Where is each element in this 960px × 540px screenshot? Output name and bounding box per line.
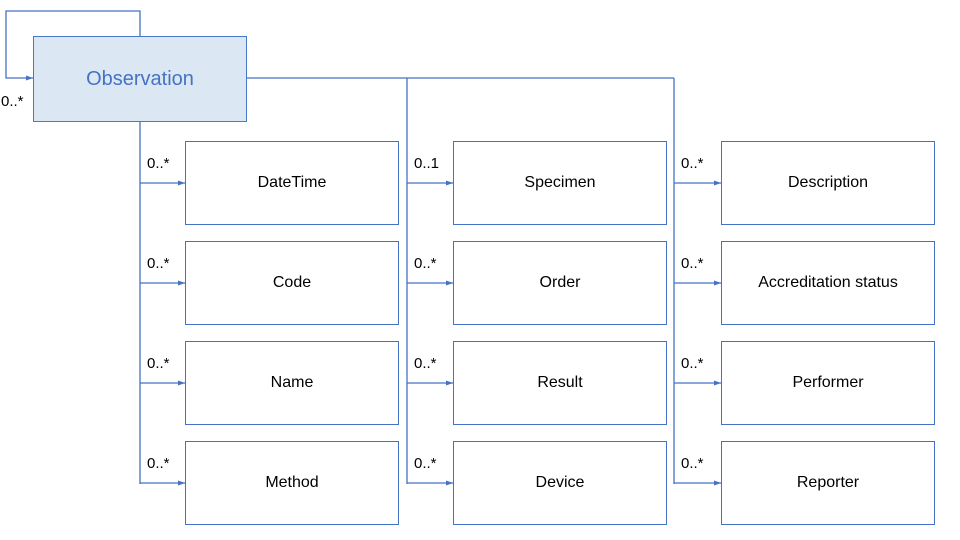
multiplicity-label: 0..*: [681, 355, 704, 372]
multiplicity-label: 0..*: [414, 255, 437, 272]
class-label: Description: [787, 174, 869, 191]
class-box-description[interactable]: Description: [721, 141, 935, 225]
class-label: Specimen: [524, 174, 596, 191]
class-label: Method: [265, 474, 319, 491]
observation-class[interactable]: Observation: [33, 36, 247, 122]
class-box-order[interactable]: Order: [453, 241, 667, 325]
class-label: Result: [537, 374, 583, 391]
class-label: Reporter: [796, 474, 860, 491]
multiplicity-label: 0..*: [414, 455, 437, 472]
multiplicity-label: 0..*: [147, 355, 170, 372]
multiplicity-label: 0..*: [414, 355, 437, 372]
multiplicity-label: 0..*: [147, 255, 170, 272]
multiplicity-label: 0..*: [147, 155, 170, 172]
class-box-specimen[interactable]: Specimen: [453, 141, 667, 225]
class-box-reporter[interactable]: Reporter: [721, 441, 935, 525]
class-box-accreditation-status[interactable]: Accreditation status: [721, 241, 935, 325]
class-box-method[interactable]: Method: [185, 441, 399, 525]
multiplicity-label: 0..*: [147, 455, 170, 472]
class-label: Accreditation status: [758, 274, 898, 291]
class-box-code[interactable]: Code: [185, 241, 399, 325]
class-label: DateTime: [257, 174, 327, 191]
multiplicity-label: 0..*: [681, 155, 704, 172]
class-box-result[interactable]: Result: [453, 341, 667, 425]
class-label: Code: [272, 274, 312, 291]
multiplicity-label: 0..1: [414, 155, 440, 172]
class-label: Device: [535, 474, 585, 491]
class-label: Name: [270, 374, 314, 391]
class-label: Performer: [792, 374, 864, 391]
class-box-name[interactable]: Name: [185, 341, 399, 425]
self-multiplicity: 0..*: [1, 93, 24, 110]
multiplicity-label: 0..*: [681, 255, 704, 272]
class-label: Order: [539, 274, 581, 291]
class-box-device[interactable]: Device: [453, 441, 667, 525]
observation-label: Observation: [86, 67, 194, 90]
class-box-performer[interactable]: Performer: [721, 341, 935, 425]
class-box-datetime[interactable]: DateTime: [185, 141, 399, 225]
multiplicity-label: 0..*: [681, 455, 704, 472]
